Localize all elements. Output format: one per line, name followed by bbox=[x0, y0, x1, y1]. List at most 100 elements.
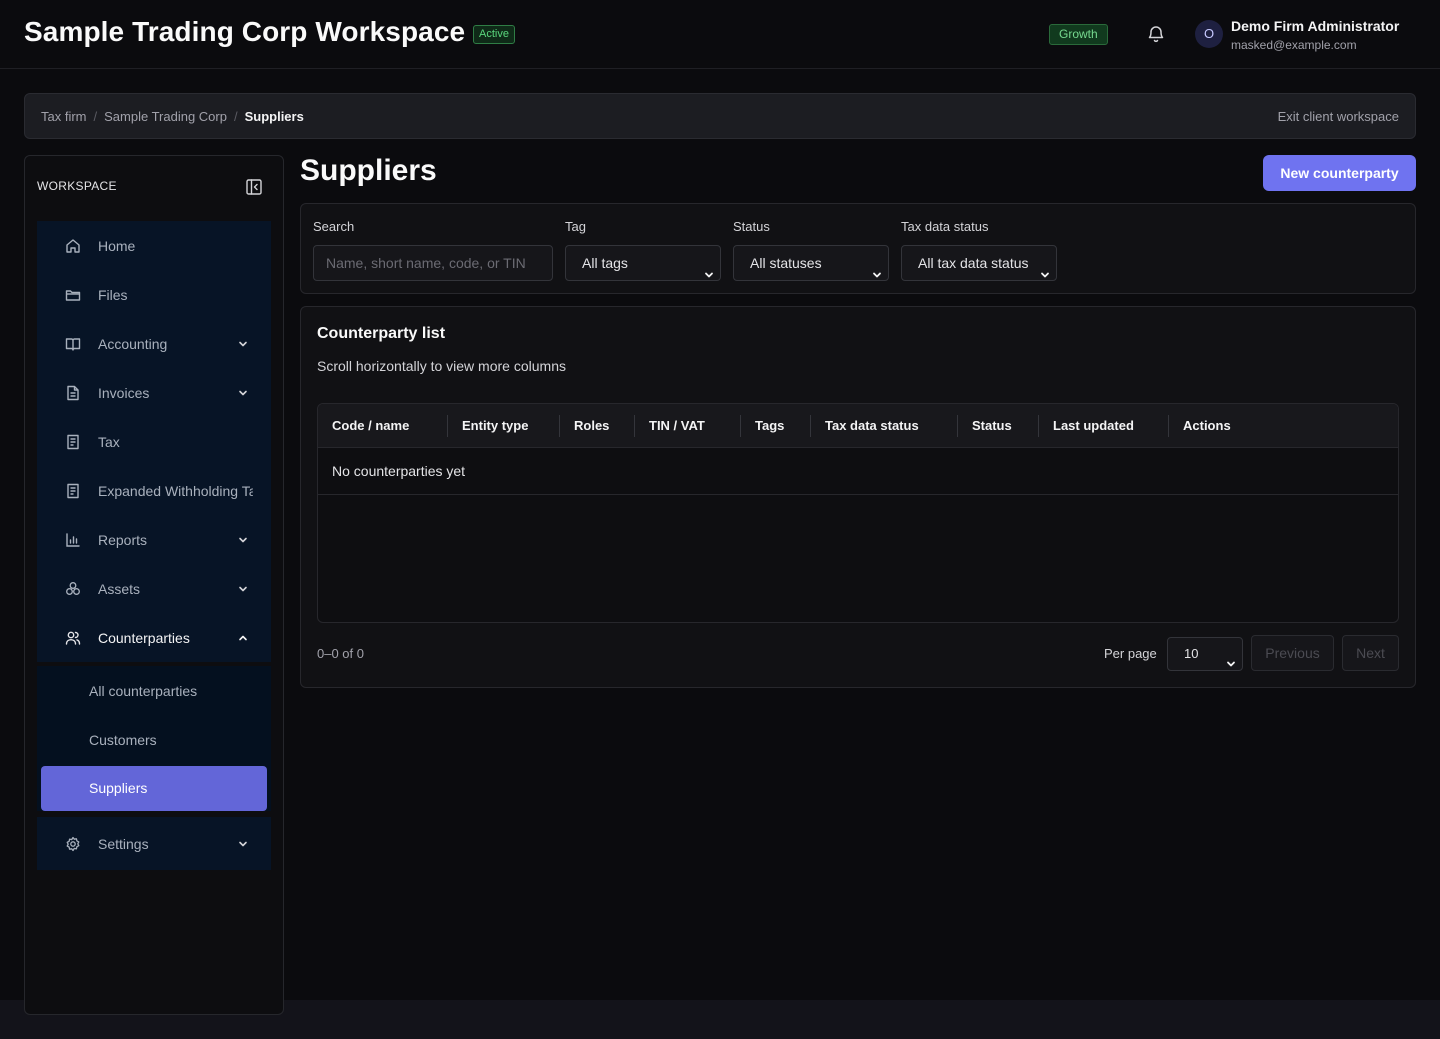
breadcrumb-separator: / bbox=[93, 109, 98, 124]
sidebar-item-assets[interactable]: Assets bbox=[37, 564, 271, 613]
tax-status-filter-label: Tax data status bbox=[901, 219, 989, 234]
breadcrumb-separator: / bbox=[233, 109, 238, 124]
chevron-down-icon bbox=[704, 258, 714, 278]
book-icon bbox=[65, 336, 81, 352]
column-header-last-updated[interactable]: Last updated bbox=[1053, 404, 1134, 448]
chevron-down-icon bbox=[872, 258, 882, 278]
column-header-actions: Actions bbox=[1183, 418, 1231, 433]
tax-status-filter-value: All tax data status bbox=[918, 255, 1029, 271]
per-page-value: 10 bbox=[1184, 646, 1199, 661]
status-filter-label: Status bbox=[733, 219, 770, 234]
chevron-down-icon bbox=[237, 533, 249, 545]
tax-status-filter-select[interactable]: All tax data status bbox=[901, 245, 1057, 281]
sidebar-nav-settings: Settings bbox=[37, 817, 271, 870]
sidebar-item-label: Reports bbox=[98, 532, 148, 548]
exit-workspace-link[interactable]: Exit client workspace bbox=[1278, 109, 1399, 124]
column-divider bbox=[740, 415, 741, 437]
status-filter-select[interactable]: All statuses bbox=[733, 245, 889, 281]
receipt-icon bbox=[65, 483, 81, 499]
home-icon bbox=[65, 238, 81, 254]
sidebar-item-label: Counterparties bbox=[98, 630, 190, 646]
column-divider bbox=[957, 415, 958, 437]
sidebar-subitem-suppliers[interactable]: Suppliers bbox=[41, 766, 267, 811]
workspace-title: Sample Trading Corp Workspace bbox=[24, 16, 466, 47]
sidebar-subitem-label: All counterparties bbox=[89, 683, 198, 699]
column-header-code-name[interactable]: Code / name bbox=[332, 404, 409, 448]
user-avatar[interactable]: O bbox=[1195, 20, 1223, 48]
column-header-tax-data-status[interactable]: Tax data status bbox=[825, 404, 919, 448]
chevron-up-icon bbox=[237, 631, 249, 643]
sidebar: WORKSPACE Home Files Accounting Invoices… bbox=[24, 155, 284, 1015]
sidebar-item-counterparties[interactable]: Counterparties bbox=[37, 613, 271, 662]
previous-page-button[interactable]: Previous bbox=[1251, 635, 1334, 671]
list-title: Counterparty list bbox=[317, 325, 446, 342]
column-divider bbox=[810, 415, 811, 437]
sidebar-subitem-customers[interactable]: Customers bbox=[37, 715, 271, 764]
search-label: Search bbox=[313, 219, 355, 234]
column-header-status[interactable]: Status bbox=[972, 404, 1012, 448]
sidebar-item-label: Home bbox=[98, 238, 136, 254]
users-icon bbox=[65, 630, 81, 646]
column-divider bbox=[1038, 415, 1039, 437]
sidebar-item-label: Assets bbox=[98, 581, 141, 597]
column-header-roles[interactable]: Roles bbox=[574, 404, 609, 448]
sidebar-item-invoices[interactable]: Invoices bbox=[37, 368, 271, 417]
user-name[interactable]: Demo Firm Administrator bbox=[1231, 18, 1399, 34]
breadcrumb: Tax firm / Sample Trading Corp / Suppliers bbox=[41, 109, 304, 124]
table-empty-row: No counterparties yet bbox=[318, 448, 1398, 495]
tag-filter-label: Tag bbox=[565, 219, 586, 234]
sidebar-item-reports[interactable]: Reports bbox=[37, 515, 271, 564]
workspace-status-badge: Active bbox=[473, 25, 515, 44]
sidebar-nav: Home Files Accounting Invoices Tax Expan… bbox=[37, 221, 271, 662]
sidebar-item-label: Files bbox=[98, 287, 128, 303]
next-page-button[interactable]: Next bbox=[1342, 635, 1399, 671]
tag-filter-select[interactable]: All tags bbox=[565, 245, 721, 281]
sidebar-item-label: Invoices bbox=[98, 385, 150, 401]
column-header-tags[interactable]: Tags bbox=[755, 404, 784, 448]
sidebar-heading: WORKSPACE bbox=[37, 179, 117, 193]
chevron-down-icon bbox=[237, 337, 249, 349]
column-divider bbox=[447, 415, 448, 437]
sidebar-item-files[interactable]: Files bbox=[37, 270, 271, 319]
chevron-down-icon bbox=[237, 386, 249, 398]
chevron-down-icon bbox=[237, 582, 249, 594]
column-header-entity-type[interactable]: Entity type bbox=[462, 404, 528, 448]
receipt-icon bbox=[65, 434, 81, 450]
chevron-down-icon bbox=[1226, 649, 1236, 667]
collapse-sidebar-icon[interactable] bbox=[245, 178, 263, 196]
chevron-down-icon bbox=[237, 837, 249, 849]
sidebar-item-label: Settings bbox=[98, 836, 149, 852]
top-bar: Sample Trading Corp Workspace Active Gro… bbox=[0, 0, 1440, 69]
new-counterparty-button[interactable]: New counterparty bbox=[1263, 155, 1416, 191]
sidebar-item-settings[interactable]: Settings bbox=[37, 817, 271, 870]
sidebar-item-expanded-withholding-tax[interactable]: Expanded Withholding Tax bbox=[37, 466, 271, 515]
breadcrumb-bar: Tax firm / Sample Trading Corp / Suppliers E… bbox=[24, 93, 1416, 139]
column-divider bbox=[634, 415, 635, 437]
counterparty-table[interactable]: Code / name Entity type Roles TIN / VAT … bbox=[317, 403, 1399, 623]
breadcrumb-item-current: Suppliers bbox=[244, 109, 304, 124]
sidebar-item-home[interactable]: Home bbox=[37, 221, 271, 270]
tag-filter-value: All tags bbox=[582, 255, 628, 271]
page-title: Suppliers bbox=[300, 154, 437, 187]
list-hint: Scroll horizontally to view more columns bbox=[317, 358, 566, 374]
notifications-bell-icon[interactable] bbox=[1146, 24, 1166, 44]
breadcrumb-item-tax-firm[interactable]: Tax firm bbox=[41, 109, 87, 124]
column-header-tin-vat[interactable]: TIN / VAT bbox=[649, 404, 705, 448]
user-email: masked@example.com bbox=[1231, 38, 1357, 52]
sidebar-subitem-label: Suppliers bbox=[89, 780, 148, 796]
sidebar-item-label: Tax bbox=[98, 434, 120, 450]
search-input[interactable] bbox=[313, 245, 553, 281]
chevron-down-icon bbox=[1040, 258, 1050, 278]
plan-badge: Growth bbox=[1049, 24, 1108, 45]
sidebar-item-label: Expanded Withholding Tax bbox=[98, 483, 253, 499]
breadcrumb-item-client[interactable]: Sample Trading Corp bbox=[104, 109, 227, 124]
sidebar-item-tax[interactable]: Tax bbox=[37, 417, 271, 466]
folder-icon bbox=[65, 287, 81, 303]
per-page-select[interactable]: 10 bbox=[1167, 637, 1243, 671]
empty-state-message: No counterparties yet bbox=[332, 463, 466, 479]
gear-icon bbox=[65, 836, 81, 852]
cubes-icon bbox=[65, 581, 81, 597]
sidebar-subitem-all-counterparties[interactable]: All counterparties bbox=[37, 666, 271, 715]
per-page-label: Per page bbox=[1104, 646, 1157, 661]
sidebar-item-accounting[interactable]: Accounting bbox=[37, 319, 271, 368]
